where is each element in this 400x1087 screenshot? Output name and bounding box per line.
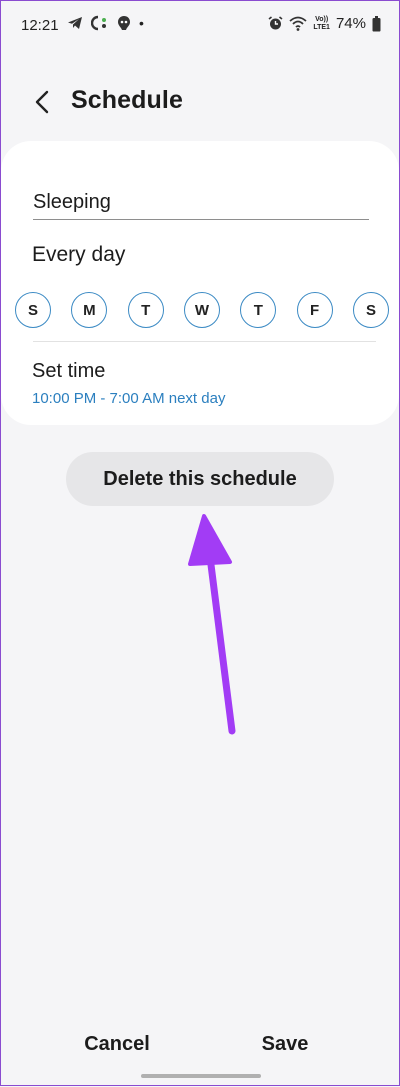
day-toggle-tuesday[interactable]: T xyxy=(127,292,164,328)
alarm-icon xyxy=(268,16,283,31)
battery-percent: 74% xyxy=(335,15,366,32)
cancel-button[interactable]: Cancel xyxy=(77,1033,157,1056)
battery-icon xyxy=(372,15,381,32)
day-toggle-thursday[interactable]: T xyxy=(240,292,277,328)
schedule-name-field[interactable] xyxy=(33,185,369,220)
days-row: S M T W T F S xyxy=(15,292,389,328)
set-time-value: 10:00 PM - 7:00 AM next day xyxy=(32,390,226,407)
card-divider xyxy=(33,341,376,342)
save-button[interactable]: Save xyxy=(245,1033,325,1056)
schedule-card: Every day S M T W T F S Set time 10:00 P… xyxy=(1,141,399,425)
telegram-icon xyxy=(67,15,83,31)
bottom-action-bar: Cancel Save xyxy=(1,1031,399,1071)
volte-top-text: Vo)) xyxy=(315,15,329,23)
day-toggle-monday[interactable]: M xyxy=(71,292,108,328)
shield-icon xyxy=(117,15,131,31)
status-bar: 12:21 • Vo)) LTE1 74% xyxy=(1,1,399,53)
day-toggle-wednesday[interactable]: W xyxy=(183,292,220,328)
day-toggle-saturday[interactable]: S xyxy=(352,292,389,328)
day-toggle-friday[interactable]: F xyxy=(296,292,333,328)
chevron-left-icon xyxy=(35,90,49,114)
messaging-icon xyxy=(91,15,109,31)
status-time: 12:21 xyxy=(21,17,59,34)
status-left-icons: • xyxy=(67,15,144,31)
volte-icon: Vo)) LTE1 xyxy=(313,16,330,32)
status-dot: • xyxy=(139,15,144,31)
volte-bottom-text: LTE1 xyxy=(313,23,330,31)
delete-schedule-button[interactable]: Delete this schedule xyxy=(66,452,334,506)
header: Schedule xyxy=(1,83,399,121)
day-toggle-sunday[interactable]: S xyxy=(15,292,51,328)
status-right-icons: Vo)) LTE1 74% xyxy=(268,15,381,32)
back-button[interactable] xyxy=(25,85,59,119)
repeat-label: Every day xyxy=(32,243,126,266)
page-title: Schedule xyxy=(71,86,183,114)
wifi-icon xyxy=(289,16,307,31)
set-time-row[interactable]: Set time 10:00 PM - 7:00 AM next day xyxy=(32,360,225,407)
home-indicator[interactable] xyxy=(141,1074,261,1078)
set-time-label: Set time xyxy=(32,360,106,382)
